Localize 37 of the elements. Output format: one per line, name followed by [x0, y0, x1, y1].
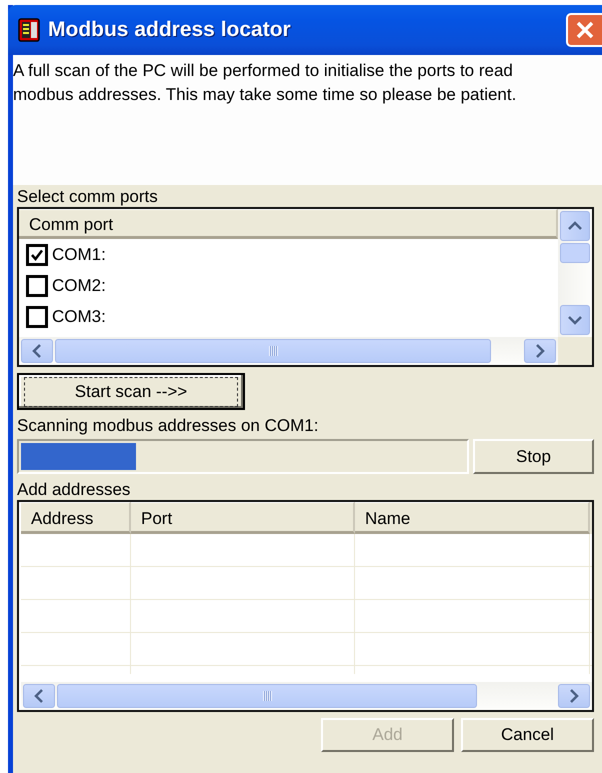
start-scan-button[interactable]: Start scan -->>: [17, 373, 245, 410]
column-header[interactable]: Name: [355, 502, 590, 534]
chevron-right-icon[interactable]: [535, 343, 545, 359]
chevron-down-icon[interactable]: [567, 315, 583, 325]
description-text: A full scan of the PC will be performed to initialise the ports to read modbus addresses. This may take some time so please be patient.: [13, 60, 518, 106]
close-button[interactable]: [566, 13, 602, 47]
port-label: COM2:: [52, 276, 106, 296]
port-label: COM3:: [52, 306, 106, 326]
app-icon: [18, 18, 40, 42]
close-icon: [574, 19, 596, 41]
scan-status: Scanning modbus addresses on COM1:: [17, 416, 320, 436]
section-label: Select comm ports: [17, 187, 159, 207]
dialog-button[interactable]: Cancel: [461, 718, 594, 752]
column-header[interactable]: Port: [131, 502, 355, 534]
scrollbar-corner: [558, 337, 592, 365]
grip-icon: [262, 691, 272, 701]
scroll-thumb[interactable]: [560, 243, 590, 263]
checkbox[interactable]: [26, 306, 48, 328]
scroll-thumb[interactable]: [55, 339, 491, 363]
scroll-thumb[interactable]: [57, 684, 477, 708]
chevron-left-icon[interactable]: [32, 343, 42, 359]
stop-button[interactable]: Stop: [473, 439, 594, 474]
chevron-right-icon[interactable]: [569, 688, 579, 704]
grip-icon: [268, 346, 278, 356]
window-title: Modbus address locator: [48, 18, 292, 42]
checkbox[interactable]: [26, 244, 48, 266]
horizontal-scrollbar[interactable]: [21, 682, 592, 710]
horizontal-scrollbar[interactable]: [19, 337, 592, 365]
port-label: COM1:: [52, 244, 106, 264]
column-header[interactable]: Comm port: [19, 209, 558, 239]
section-label: Add addresses: [17, 480, 132, 500]
checkbox[interactable]: [26, 274, 48, 296]
chevron-up-icon[interactable]: [567, 221, 583, 231]
vertical-scrollbar[interactable]: [558, 209, 592, 337]
chevron-left-icon[interactable]: [34, 688, 44, 704]
column-header[interactable]: Address: [21, 502, 131, 534]
checkmark-icon: [30, 248, 44, 262]
